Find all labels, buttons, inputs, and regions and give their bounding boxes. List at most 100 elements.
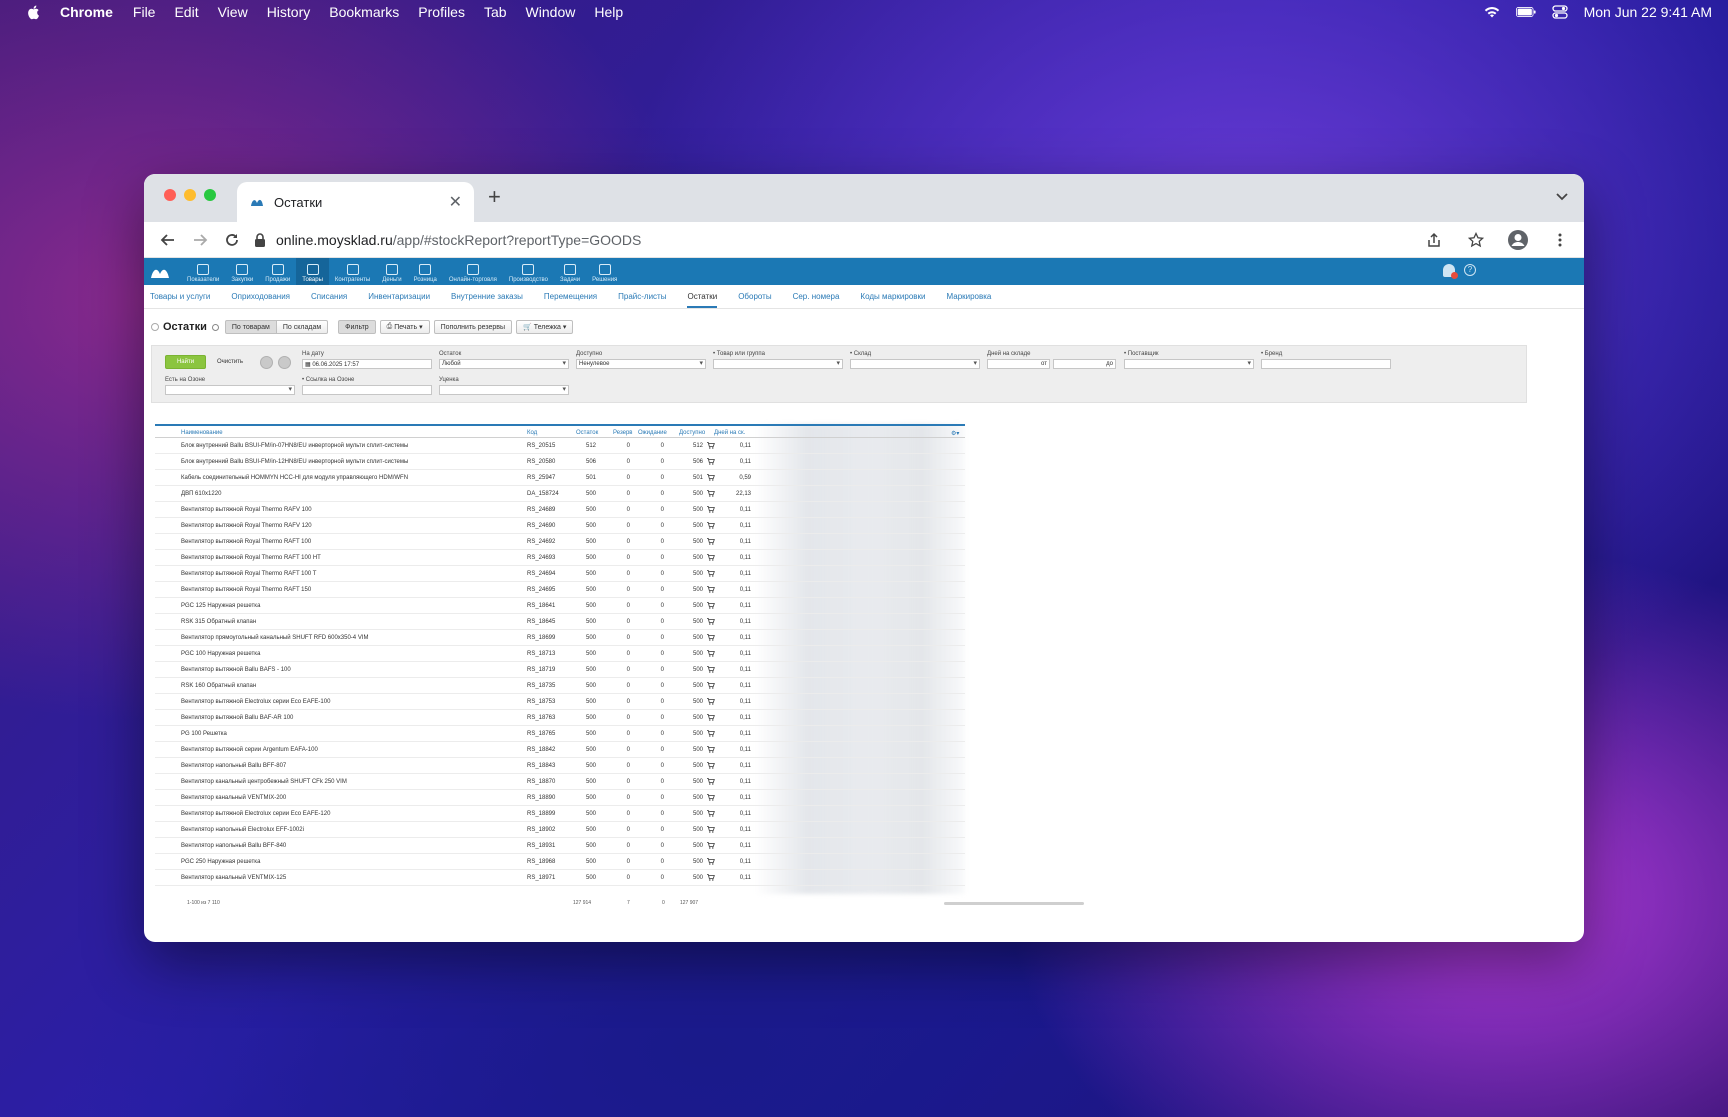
subnav-goods-services[interactable]: Товары и услуги — [150, 292, 210, 301]
add-to-cart-icon[interactable] — [707, 506, 715, 513]
settings-gear-icon[interactable] — [278, 356, 291, 369]
available-select[interactable]: Ненулевое — [576, 359, 706, 369]
warehouse-select[interactable] — [850, 359, 980, 369]
table-row[interactable]: PG 100 Решетка RS_18765 500 0 0 500 0,11 — [155, 726, 965, 742]
add-to-cart-icon[interactable] — [707, 714, 715, 721]
moysklad-logo-icon[interactable] — [149, 264, 171, 280]
subnav-receivings[interactable]: Оприходования — [231, 292, 290, 301]
filter-button[interactable]: Фильтр — [338, 320, 376, 334]
add-to-cart-icon[interactable] — [707, 810, 715, 817]
col-name-header[interactable]: Наименование — [181, 430, 223, 436]
menu-view[interactable]: View — [218, 4, 248, 20]
cell-name[interactable]: Вентилятор канальный центробежный SHUFT … — [181, 779, 347, 785]
markdown-select[interactable] — [439, 385, 569, 395]
subnav-internal-orders[interactable]: Внутренние заказы — [451, 292, 523, 301]
table-row[interactable]: Вентилятор канальный VENTMIX-125 RS_18971… — [155, 870, 965, 886]
table-row[interactable]: Вентилятор напольный Ballu BFF-807 RS_188… — [155, 758, 965, 774]
table-row[interactable]: Вентилятор вытяжной Ballu BAFS - 100 RS_1… — [155, 662, 965, 678]
subnav-serial-numbers[interactable]: Сер. номера — [793, 292, 840, 301]
cell-name[interactable]: Вентилятор напольный Ballu BFF-840 — [181, 843, 286, 849]
add-to-cart-icon[interactable] — [707, 490, 715, 497]
cell-name[interactable]: Вентилятор канальный VENTMIX-200 — [181, 795, 286, 801]
column-settings-gear-icon[interactable]: ⚙▾ — [951, 430, 959, 437]
cell-name[interactable]: Вентилятор вытяжной серии Argentum EAFA-… — [181, 747, 318, 753]
add-to-cart-icon[interactable] — [707, 762, 715, 769]
table-row[interactable]: Вентилятор вытяжной Ballu BAF-AR 100 RS_1… — [155, 710, 965, 726]
add-to-cart-icon[interactable] — [707, 538, 715, 545]
table-row[interactable]: Вентилятор вытяжной серии Argentum EAFA-… — [155, 742, 965, 758]
table-row[interactable]: Вентилятор напольный Electrolux EFF-1002… — [155, 822, 965, 838]
add-to-cart-icon[interactable] — [707, 522, 715, 529]
forward-button[interactable] — [186, 226, 214, 254]
add-to-cart-icon[interactable] — [707, 826, 715, 833]
table-row[interactable]: Вентилятор вытяжной Royal Thermo RAFT 10… — [155, 550, 965, 566]
menu-window[interactable]: Window — [526, 4, 576, 20]
browser-tab-active[interactable]: Остатки ✕ — [237, 182, 474, 222]
add-to-cart-icon[interactable] — [707, 858, 715, 865]
add-to-cart-icon[interactable] — [707, 730, 715, 737]
table-row[interactable]: Вентилятор вытяжной Electrolux серии Eco… — [155, 694, 965, 710]
add-to-cart-icon[interactable] — [707, 570, 715, 577]
table-row[interactable]: PGC 250 Наружная решетка RS_18968 500 0 0 500… — [155, 854, 965, 870]
replenish-reserves-button[interactable]: Пополнить резервы — [433, 320, 513, 334]
add-to-cart-icon[interactable] — [707, 442, 715, 449]
col-waiting-header[interactable]: Ожидание — [638, 430, 667, 436]
cell-name[interactable]: PGC 125 Наружная решетка — [181, 603, 260, 609]
cell-name[interactable]: Блок внутренний Ballu BSUI-FM/in-07HN8/E… — [181, 443, 408, 449]
col-stock-header[interactable]: Остаток — [576, 430, 598, 436]
col-code-header[interactable]: Код — [527, 430, 537, 436]
subnav-marking[interactable]: Маркировка — [946, 292, 991, 301]
nav-money[interactable]: Деньги — [376, 258, 407, 285]
nav-indicators[interactable]: Показатели — [181, 258, 225, 285]
wifi-icon[interactable] — [1482, 5, 1502, 19]
share-button[interactable] — [1420, 226, 1448, 254]
control-center-icon[interactable] — [1550, 5, 1570, 19]
battery-icon[interactable] — [1515, 5, 1536, 19]
find-button[interactable]: Найти — [165, 355, 206, 369]
refresh-icon[interactable] — [211, 323, 219, 331]
table-row[interactable]: Вентилятор канальный VENTMIX-200 RS_18890… — [155, 790, 965, 806]
add-to-cart-icon[interactable] — [707, 586, 715, 593]
table-row[interactable]: RSK 160 Обратный клапан RS_18735 500 0 0 500 0… — [155, 678, 965, 694]
help-icon[interactable]: ? — [1464, 264, 1476, 276]
menubar-app-name[interactable]: Chrome — [60, 4, 113, 20]
cell-name[interactable]: Вентилятор напольный Electrolux EFF-1002… — [181, 827, 304, 833]
cell-name[interactable]: Вентилятор вытяжной Royal Thermo RAFV 12… — [181, 523, 312, 529]
table-row[interactable]: Блок внутренний Ballu BSUI-FM/in-07HN8/E… — [155, 438, 965, 454]
add-to-cart-icon[interactable] — [707, 778, 715, 785]
table-row[interactable]: Блок внутренний Ballu BSUI-FM/in-12HN8/E… — [155, 454, 965, 470]
cell-name[interactable]: Вентилятор вытяжной Electrolux серии Eco… — [181, 699, 330, 705]
add-to-cart-icon[interactable] — [707, 842, 715, 849]
add-to-cart-icon[interactable] — [707, 650, 715, 657]
days-to-input[interactable]: до — [1053, 359, 1116, 369]
profile-button[interactable] — [1504, 226, 1532, 254]
goods-group-select[interactable] — [713, 359, 843, 369]
menubar-clock[interactable]: Mon Jun 22 9:41 AM — [1584, 4, 1712, 20]
nav-goods[interactable]: Товары — [296, 258, 329, 285]
stock-select[interactable]: Любой — [439, 359, 569, 369]
by-goods-button[interactable]: По товарам — [224, 320, 277, 334]
add-to-cart-icon[interactable] — [707, 874, 715, 881]
minimize-window-button[interactable] — [184, 189, 196, 201]
cell-name[interactable]: Кабель соединительный HOMMYN HCC-HI для … — [181, 475, 408, 481]
add-to-cart-icon[interactable] — [707, 698, 715, 705]
supplier-select[interactable] — [1124, 359, 1254, 369]
subnav-turnover[interactable]: Обороты — [738, 292, 771, 301]
cell-name[interactable]: ДВП 610х1220 — [181, 491, 221, 497]
cell-name[interactable]: Вентилятор напольный Ballu BFF-807 — [181, 763, 286, 769]
cell-name[interactable]: Вентилятор прямоугольный канальный SHUFT… — [181, 635, 368, 641]
notifications-bell-icon[interactable] — [1443, 264, 1458, 279]
add-to-cart-icon[interactable] — [707, 682, 715, 689]
cell-name[interactable]: Вентилятор вытяжной Royal Thermo RAFT 15… — [181, 587, 311, 593]
pager-text[interactable]: 1-100 из 7 110 — [187, 900, 220, 906]
menu-help[interactable]: Help — [594, 4, 623, 20]
table-row[interactable]: Кабель соединительный HOMMYN HCC-HI для … — [155, 470, 965, 486]
tab-close-icon[interactable]: ✕ — [449, 192, 462, 212]
menu-bookmarks[interactable]: Bookmarks — [329, 4, 399, 20]
info-icon[interactable] — [151, 323, 159, 331]
menu-profiles[interactable]: Profiles — [418, 4, 465, 20]
cell-name[interactable]: Вентилятор вытяжной Royal Thermo RAFT 10… — [181, 571, 316, 577]
cell-name[interactable]: PGC 100 Наружная решетка — [181, 651, 260, 657]
cell-name[interactable]: Вентилятор вытяжной Royal Thermo RAFT 10… — [181, 539, 311, 545]
cell-name[interactable]: RSK 315 Обратный клапан — [181, 619, 256, 625]
